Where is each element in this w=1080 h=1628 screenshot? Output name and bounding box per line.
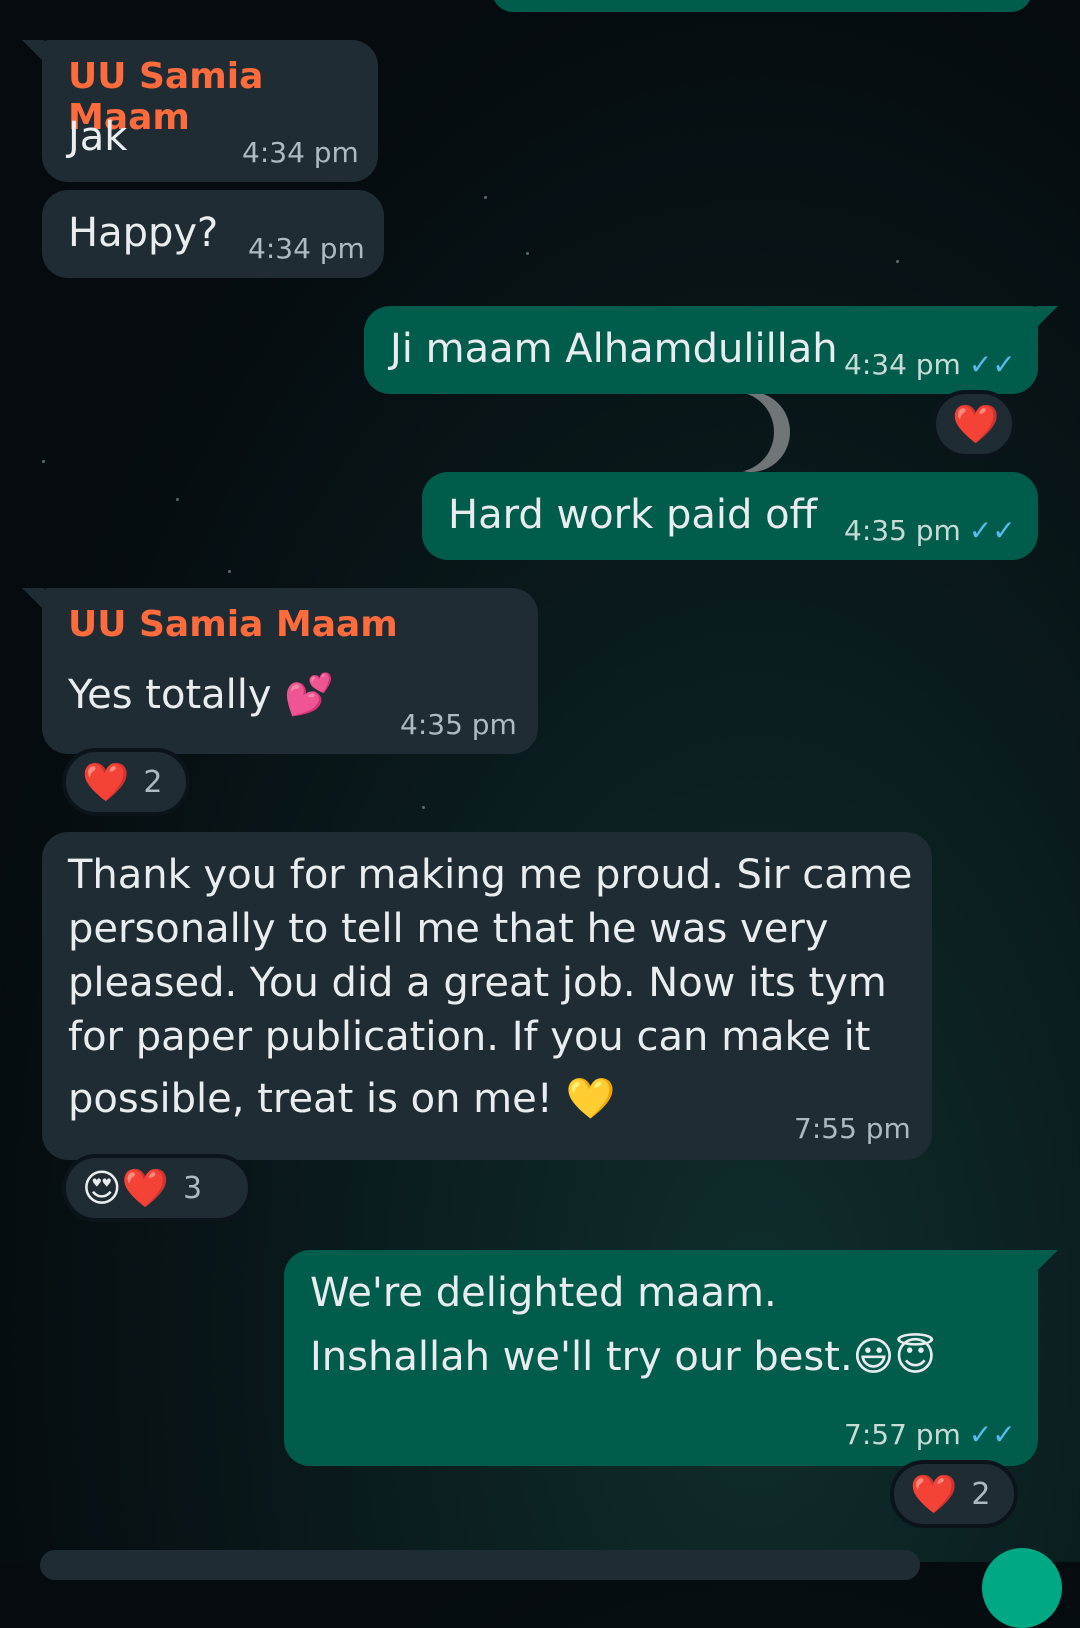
message-line: We're delighted maam. <box>310 1270 777 1316</box>
reaction-count: 2 <box>143 764 163 800</box>
message-line: for paper publication. If you can make i… <box>68 1014 871 1060</box>
heart-reaction-icon: ❤️ <box>910 1471 958 1516</box>
read-ticks-icon: ✓✓ <box>968 514 1016 547</box>
reactions-emoji-icon: 😍❤️ <box>82 1165 169 1210</box>
read-ticks-icon: ✓✓ <box>968 348 1016 381</box>
reaction-count: 3 <box>182 1170 203 1206</box>
time-label: 4:35 pm <box>844 514 961 547</box>
previous-message-bubble[interactable] <box>492 0 1032 12</box>
reaction-count: 2 <box>971 1476 991 1512</box>
message-line: Inshallah we'll try our best.😃😇 <box>310 1334 937 1380</box>
message-line: possible, treat is on me! 💛 <box>68 1076 616 1122</box>
outgoing-message[interactable]: Ji maam Alhamdulillah 4:34 pm ✓✓ <box>364 306 1058 394</box>
incoming-message[interactable]: Thank you for making me proud. Sir came … <box>42 832 932 1160</box>
message-line: personally to tell me that he was very <box>68 906 829 952</box>
time-label: 7:57 pm <box>844 1418 961 1451</box>
incoming-message[interactable]: UU Samia Maam Yes totally 💕 4:35 pm <box>22 588 538 754</box>
outgoing-message[interactable]: Hard work paid off 4:35 pm ✓✓ <box>422 472 1038 560</box>
time-label: 4:34 pm <box>844 348 961 381</box>
next-message-bubble[interactable] <box>40 1550 920 1580</box>
scroll-down-button[interactable] <box>982 1548 1062 1628</box>
reaction-badge[interactable]: ❤️ 2 <box>890 1460 1018 1528</box>
incoming-message[interactable]: Happy? 4:34 pm <box>42 190 384 278</box>
sender-name[interactable]: UU Samia Maam <box>68 604 398 645</box>
message-time: 7:57 pm ✓✓ <box>844 1418 1016 1451</box>
heart-reaction-icon: ❤️ <box>952 401 1000 446</box>
heart-reaction-icon: ❤️ <box>82 759 130 804</box>
reaction-badge[interactable]: 😍❤️ 3 <box>62 1154 252 1222</box>
message-line: pleased. You did a great job. Now its ty… <box>68 960 887 1006</box>
incoming-message[interactable]: UU Samia Maam Jak 4:34 pm <box>22 40 378 182</box>
message-time: 4:35 pm <box>400 708 517 741</box>
message-text: Ji maam Alhamdulillah <box>390 326 838 372</box>
reaction-badge[interactable]: ❤️ <box>932 390 1016 458</box>
message-text: Jak <box>68 114 128 160</box>
message-text: Happy? <box>68 210 219 256</box>
message-time: 4:34 pm <box>248 232 365 265</box>
message-text: Hard work paid off <box>448 492 818 538</box>
message-time: 4:34 pm <box>242 136 359 169</box>
outgoing-message[interactable]: We're delighted maam. Inshallah we'll tr… <box>284 1250 1058 1466</box>
message-time: 4:34 pm ✓✓ <box>844 348 1016 381</box>
reaction-badge[interactable]: ❤️ 2 <box>62 748 190 816</box>
message-time: 7:55 pm <box>794 1112 911 1145</box>
message-time: 4:35 pm ✓✓ <box>844 514 1016 547</box>
read-ticks-icon: ✓✓ <box>968 1418 1016 1451</box>
message-line: Thank you for making me proud. Sir came <box>68 852 913 898</box>
moon-decoration <box>712 392 790 472</box>
message-text: Yes totally 💕 <box>68 672 335 718</box>
